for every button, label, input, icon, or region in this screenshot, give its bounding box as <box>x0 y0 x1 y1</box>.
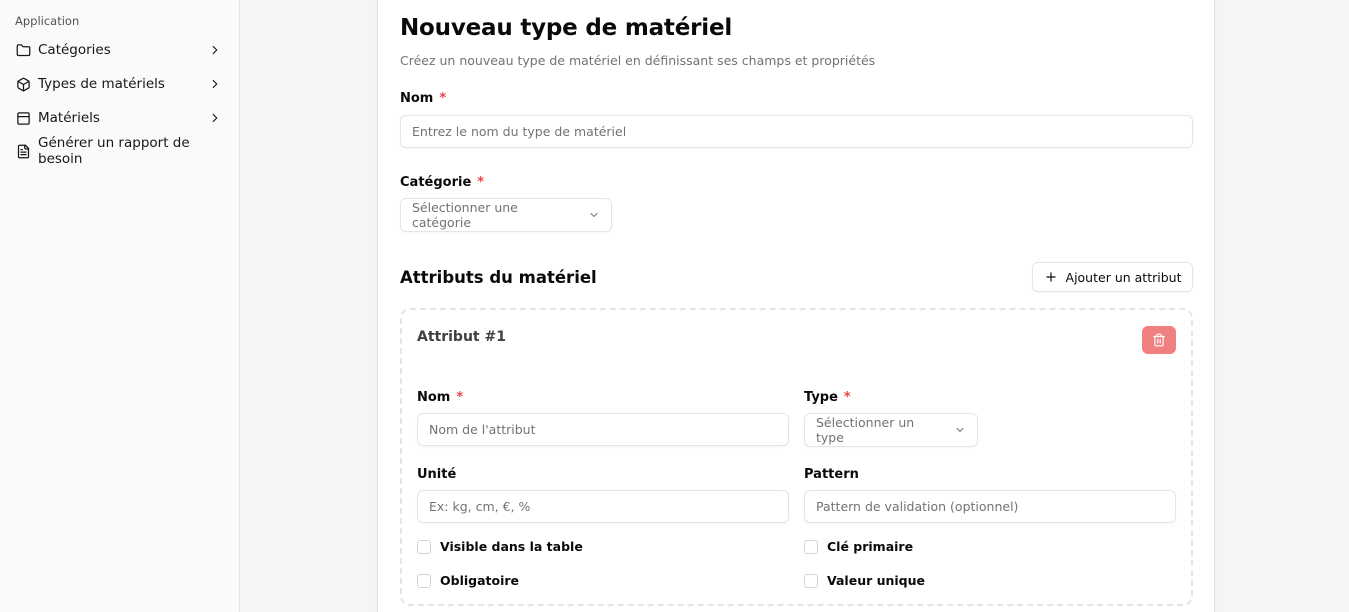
plus-icon <box>1044 270 1058 284</box>
attribute-pattern-input[interactable] <box>804 490 1176 523</box>
form-card: Nouveau type de matériel Créez un nouvea… <box>377 0 1215 612</box>
sidebar: Application Catégories Types de matériel… <box>0 0 240 612</box>
sidebar-item-label: Matériels <box>38 110 100 126</box>
category-label: Catégorie * <box>400 175 484 190</box>
attribute-card: Attribut #1 Nom * Type * Sélectionner un t… <box>400 308 1193 606</box>
attribute-type-label-text: Type <box>804 390 838 405</box>
required-marker: * <box>456 390 464 405</box>
chevron-right-icon <box>208 77 222 91</box>
required-marker: * <box>439 91 447 106</box>
add-attribute-button[interactable]: Ajouter un attribut <box>1032 262 1193 292</box>
main-content: Nouveau type de matériel Créez un nouvea… <box>240 0 1349 612</box>
chevron-down-icon <box>954 424 966 436</box>
attribute-unit-label: Unité <box>417 467 457 482</box>
folder-icon <box>16 43 31 58</box>
unique-value-checkbox-row[interactable]: Valeur unique <box>804 573 925 588</box>
sidebar-item-label: Catégories <box>38 42 111 58</box>
attribute-unit-input[interactable] <box>417 490 789 523</box>
attribute-type-placeholder: Sélectionner un type <box>816 415 915 445</box>
unique-value-checkbox[interactable] <box>804 573 818 588</box>
chevron-right-icon <box>208 111 222 125</box>
primary-key-checkbox-row[interactable]: Clé primaire <box>804 539 913 554</box>
required-checkbox-row[interactable]: Obligatoire <box>417 573 519 588</box>
add-attribute-label: Ajouter un attribut <box>1065 269 1182 285</box>
sidebar-item-label: Types de matériels <box>38 76 165 92</box>
sidebar-item-materials[interactable]: Matériels <box>8 103 232 133</box>
category-select[interactable]: Sélectionner une catégorie <box>400 198 612 232</box>
visible-in-table-label: Visible dans la table <box>440 539 583 554</box>
sidebar-group-label: Application <box>15 14 80 28</box>
primary-key-label: Clé primaire <box>827 539 914 554</box>
delete-attribute-button[interactable] <box>1142 326 1176 354</box>
unique-value-label: Valeur unique <box>827 573 926 588</box>
sidebar-item-label: Générer un rapport de besoin <box>38 135 190 167</box>
attribute-name-label: Nom * <box>417 390 463 405</box>
sidebar-item-types[interactable]: Types de matériels <box>8 69 232 99</box>
category-select-placeholder: Sélectionner une catégorie <box>412 200 518 230</box>
archive-icon <box>16 111 31 126</box>
attribute-type-select[interactable]: Sélectionner un type <box>804 413 978 447</box>
attribute-pattern-label: Pattern <box>804 467 859 482</box>
name-label: Nom * <box>400 91 446 106</box>
box-icon <box>16 77 31 92</box>
attribute-title: Attribut #1 <box>417 329 506 345</box>
page-title: Nouveau type de matériel <box>400 15 733 41</box>
chevron-right-icon <box>208 43 222 57</box>
type-name-input[interactable] <box>400 115 1193 148</box>
required-marker: * <box>477 175 485 190</box>
visible-in-table-checkbox[interactable] <box>417 539 431 554</box>
file-text-icon <box>16 144 31 159</box>
required-checkbox[interactable] <box>417 573 431 588</box>
visible-in-table-checkbox-row[interactable]: Visible dans la table <box>417 539 583 554</box>
required-label: Obligatoire <box>440 573 520 588</box>
sidebar-item-report[interactable]: Générer un rapport de besoin <box>8 135 232 167</box>
attribute-name-input[interactable] <box>417 413 789 446</box>
attribute-type-label: Type * <box>804 390 851 405</box>
category-label-text: Catégorie <box>400 175 472 190</box>
chevron-down-icon <box>588 209 600 221</box>
sidebar-item-categories[interactable]: Catégories <box>8 35 232 65</box>
trash-icon <box>1153 333 1165 347</box>
attributes-section-title: Attributs du matériel <box>400 268 597 287</box>
attribute-name-label-text: Nom <box>417 390 451 405</box>
page-subtitle: Créez un nouveau type de matériel en déf… <box>400 53 876 68</box>
name-label-text: Nom <box>400 91 434 106</box>
required-marker: * <box>843 390 851 405</box>
primary-key-checkbox[interactable] <box>804 539 818 554</box>
